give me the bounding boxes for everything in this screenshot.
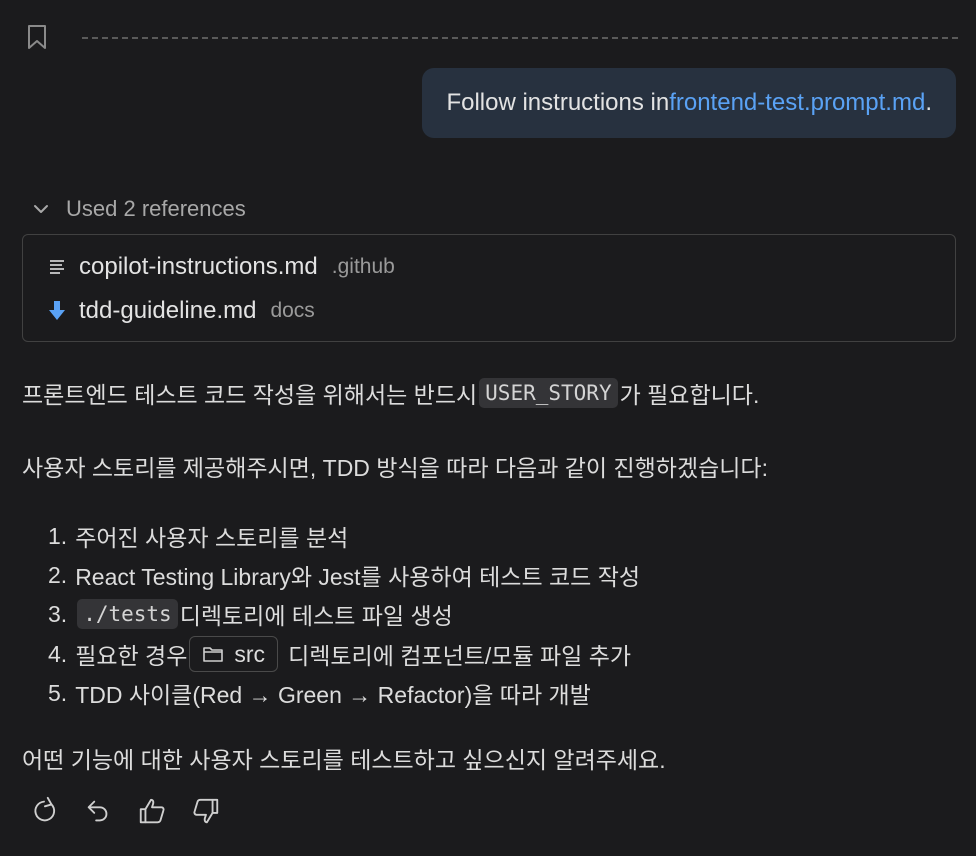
list-text: 필요한 경우 bbox=[75, 643, 188, 669]
response-closing: 어떤 기능에 대한 사용자 스토리를 테스트하고 싶으신지 알려주세요. bbox=[22, 747, 666, 773]
paragraph-text: 가 필요합니다. bbox=[619, 382, 760, 408]
list-item: 2. React Testing Library와 Jest를 사용하여 테스트… bbox=[48, 557, 640, 593]
references-header-label: Used 2 references bbox=[66, 196, 246, 221]
reference-item-tdd-guideline[interactable]: tdd-guideline.md docs bbox=[45, 293, 315, 329]
dashed-divider bbox=[82, 37, 958, 39]
list-number: 3. bbox=[48, 600, 68, 627]
user-message-suffix: . bbox=[925, 89, 932, 116]
thumbs-up-icon[interactable] bbox=[136, 794, 168, 828]
response-actions bbox=[28, 794, 222, 828]
bookmark-icon[interactable] bbox=[26, 24, 48, 50]
reference-name: tdd-guideline.md bbox=[79, 297, 257, 324]
paragraph-text: 프론트엔드 테스트 코드 작성을 위해서는 반드시 bbox=[22, 382, 478, 408]
retry-icon[interactable] bbox=[28, 794, 60, 828]
download-arrow-icon bbox=[45, 299, 69, 323]
list-text: TDD 사이클(Red → Green → Refactor)을 따라 개발 bbox=[75, 682, 591, 708]
folder-icon bbox=[203, 647, 224, 662]
chat-panel: Follow instructions in frontend-test.pro… bbox=[0, 0, 976, 856]
list-number: 1. bbox=[48, 522, 68, 549]
response-paragraph-2: 사용자 스토리를 제공해주시면, TDD 방식을 따라 다음과 같이 진행하겠습… bbox=[22, 455, 768, 481]
list-item: 3. ./tests 디렉토리에 테스트 파일 생성 bbox=[48, 596, 453, 632]
inline-code: USER_STORY bbox=[479, 378, 618, 408]
list-text: 디렉토리에 테스트 파일 생성 bbox=[179, 603, 453, 629]
references-list: copilot-instructions.md .github tdd-guid… bbox=[22, 234, 956, 342]
list-item: 4. 필요한 경우 src 디렉토리에 컴포넌트/모듈 파일 추가 bbox=[48, 636, 631, 672]
folder-chip-src[interactable]: src bbox=[189, 636, 279, 672]
list-number: 5. bbox=[48, 679, 68, 706]
thumbs-down-icon[interactable] bbox=[190, 794, 222, 828]
undo-icon[interactable] bbox=[82, 794, 114, 828]
inline-code: ./tests bbox=[77, 599, 178, 629]
list-number: 2. bbox=[48, 561, 68, 588]
list-item: 5. TDD 사이클(Red → Green → Refactor)을 따라 개… bbox=[48, 675, 591, 711]
list-text: 주어진 사용자 스토리를 분석 bbox=[75, 525, 349, 551]
references-toggle[interactable]: Used 2 references bbox=[30, 193, 246, 225]
user-message-prefix: Follow instructions in bbox=[446, 89, 670, 116]
user-message-bubble: Follow instructions in frontend-test.pro… bbox=[422, 68, 956, 138]
checkpoint-separator bbox=[24, 24, 958, 52]
reference-name: copilot-instructions.md bbox=[79, 253, 318, 280]
list-text: React Testing Library와 Jest를 사용하여 테스트 코드… bbox=[75, 564, 641, 590]
list-item: 1. 주어진 사용자 스토리를 분석 bbox=[48, 518, 348, 554]
list-lines-icon bbox=[45, 255, 69, 279]
reference-dir: docs bbox=[270, 299, 315, 322]
chevron-down-icon bbox=[34, 205, 48, 213]
list-number: 4. bbox=[48, 640, 68, 667]
list-text: 디렉토리에 컴포넌트/모듈 파일 추가 bbox=[288, 643, 632, 669]
reference-item-copilot-instructions[interactable]: copilot-instructions.md .github bbox=[45, 249, 395, 285]
folder-chip-label: src bbox=[234, 640, 266, 667]
prompt-file-link[interactable]: frontend-test.prompt.md bbox=[669, 89, 925, 117]
response-paragraph-1: 프론트엔드 테스트 코드 작성을 위해서는 반드시 USER_STORY 가 필요… bbox=[22, 374, 759, 412]
reference-dir: .github bbox=[331, 255, 395, 278]
